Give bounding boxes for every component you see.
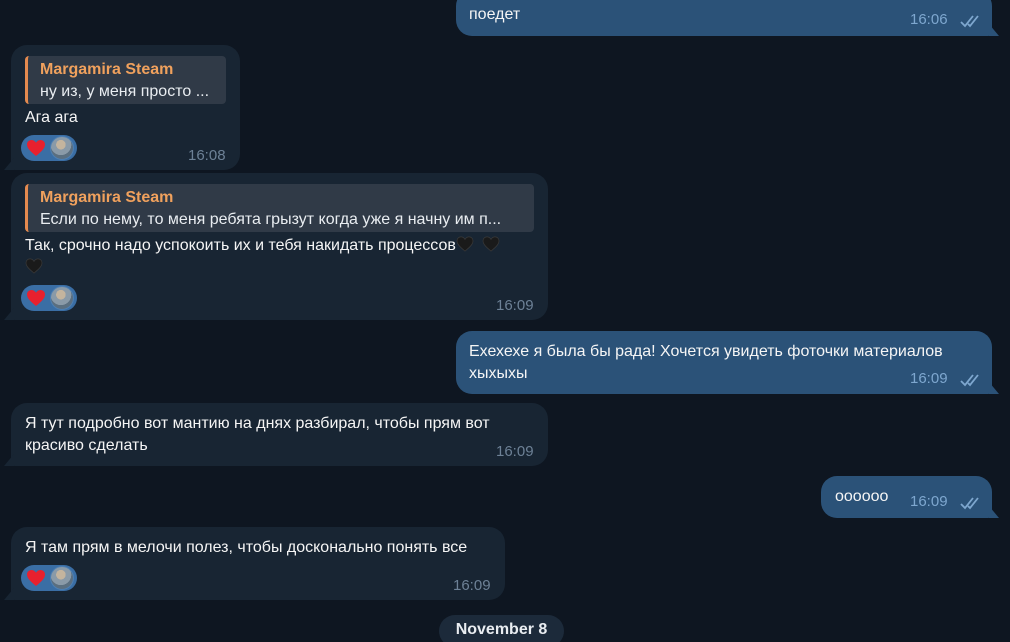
bubble-tail (989, 24, 999, 36)
double-check-icon (960, 374, 979, 387)
message-time: 16:09 (910, 493, 948, 510)
reaction-badge[interactable] (21, 285, 77, 311)
message-text: оооооо (835, 488, 889, 505)
double-check-icon (960, 15, 979, 28)
outgoing-message[interactable]: Ехехехе я была бы рада! Хочется увидеть … (456, 331, 999, 394)
message-time: 16:08 (188, 147, 226, 164)
reactor-avatar (50, 286, 74, 310)
incoming-message[interactable]: Я тут подробно вот мантию на днях разбир… (4, 403, 548, 466)
bubble-tail (4, 308, 14, 320)
reply-author: Margamira Steam (40, 61, 174, 78)
outgoing-message[interactable]: оооооо 16:09 (821, 476, 999, 518)
bubble-tail (989, 382, 999, 394)
black-heart-icon (25, 258, 43, 274)
message-time: 16:09 (496, 443, 534, 460)
reaction-badge[interactable] (21, 135, 77, 161)
reply-quote[interactable]: Margamira Steam Если по нему, то меня ре… (25, 184, 534, 232)
message-text: Ага ага (25, 109, 78, 126)
message-text-line: Ехехехе я была бы рада! Хочется увидеть … (469, 343, 943, 360)
message-text-line: красиво сделать (25, 437, 148, 454)
reply-quote[interactable]: Margamira Steam ну из, у меня просто ... (25, 56, 226, 104)
message-time: 16:09 (910, 370, 948, 387)
message-text: поедет (469, 6, 521, 23)
message-text-line: хыхыхы (469, 365, 528, 382)
message-time: 16:09 (453, 577, 491, 594)
message-text: Так, срочно надо успокоить их и тебя нак… (25, 235, 530, 279)
incoming-message[interactable]: Margamira Steam Если по нему, то меня ре… (4, 173, 548, 320)
bubble-tail (4, 158, 14, 170)
bubble-tail (989, 506, 999, 518)
outgoing-message[interactable]: поедет 16:06 (456, 0, 999, 36)
message-text-line: Так, срочно надо успокоить их и тебя нак… (25, 237, 456, 254)
bubble-tail (4, 588, 14, 600)
red-heart-icon (27, 570, 45, 586)
message-time: 16:06 (910, 11, 948, 28)
reply-text: Если по нему, то меня ребята грызут когд… (40, 211, 502, 228)
red-heart-icon (27, 290, 45, 306)
chat-history: поедет 16:06 Margamira Steam ну из, у ме… (0, 0, 1010, 642)
black-heart-icon (456, 236, 474, 252)
message-time: 16:09 (496, 297, 534, 314)
double-check-icon (960, 497, 979, 510)
incoming-message[interactable]: Я там прям в мелочи полез, чтобы доскона… (4, 527, 505, 600)
reactor-avatar (50, 566, 74, 590)
reply-author: Margamira Steam (40, 189, 174, 206)
message-text-line: Я тут подробно вот мантию на днях разбир… (25, 415, 490, 432)
reaction-badge[interactable] (21, 565, 77, 591)
bubble-tail (4, 454, 14, 466)
message-text: Я там прям в мелочи полез, чтобы доскона… (25, 539, 468, 556)
red-heart-icon (27, 140, 45, 156)
incoming-message[interactable]: Margamira Steam ну из, у меня просто ...… (4, 45, 240, 170)
reply-text: ну из, у меня просто ... (40, 83, 210, 100)
date-separator: November 8 (439, 615, 564, 642)
reactor-avatar (50, 136, 74, 160)
black-heart-icon (482, 236, 500, 252)
